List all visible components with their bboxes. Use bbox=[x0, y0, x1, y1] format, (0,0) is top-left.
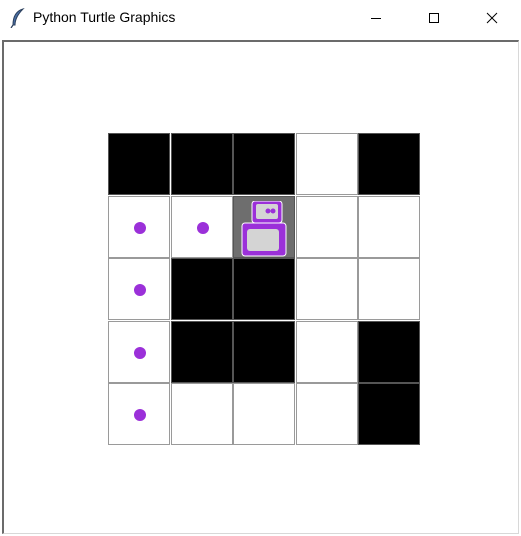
dot-marker bbox=[134, 222, 146, 234]
dot-cell bbox=[171, 196, 233, 258]
wall-cell bbox=[171, 321, 233, 383]
wall-cell bbox=[108, 133, 170, 195]
minimize-button[interactable] bbox=[353, 0, 399, 36]
dot-marker bbox=[134, 284, 146, 296]
empty-cell bbox=[296, 133, 358, 195]
empty-cell bbox=[358, 196, 420, 258]
wall-cell bbox=[233, 133, 295, 195]
robot-icon bbox=[239, 200, 289, 257]
empty-cell bbox=[296, 383, 358, 445]
dot-marker bbox=[197, 222, 209, 234]
wall-cell bbox=[233, 321, 295, 383]
empty-cell bbox=[296, 196, 358, 258]
empty-cell bbox=[358, 258, 420, 320]
maximize-icon bbox=[428, 12, 440, 24]
empty-cell bbox=[296, 321, 358, 383]
dot-cell bbox=[108, 383, 170, 445]
feather-icon bbox=[10, 7, 26, 29]
title-bar[interactable]: Python Turtle Graphics bbox=[0, 0, 521, 36]
close-icon bbox=[486, 12, 498, 24]
wall-cell bbox=[358, 133, 420, 195]
maximize-button[interactable] bbox=[411, 0, 457, 36]
empty-cell bbox=[233, 383, 295, 445]
dot-cell bbox=[108, 196, 170, 258]
dot-cell bbox=[108, 258, 170, 320]
empty-cell bbox=[171, 383, 233, 445]
wall-cell bbox=[358, 383, 420, 445]
board-grid bbox=[108, 133, 422, 447]
close-button[interactable] bbox=[469, 0, 515, 36]
dot-cell bbox=[108, 321, 170, 383]
dot-marker bbox=[134, 409, 146, 421]
wall-cell bbox=[171, 258, 233, 320]
wall-cell bbox=[358, 321, 420, 383]
wall-cell bbox=[171, 133, 233, 195]
wall-cell bbox=[233, 258, 295, 320]
minimize-icon bbox=[370, 12, 382, 24]
empty-cell bbox=[296, 258, 358, 320]
window-title: Python Turtle Graphics bbox=[33, 9, 176, 25]
dot-marker bbox=[134, 347, 146, 359]
robot-cell bbox=[233, 196, 295, 258]
